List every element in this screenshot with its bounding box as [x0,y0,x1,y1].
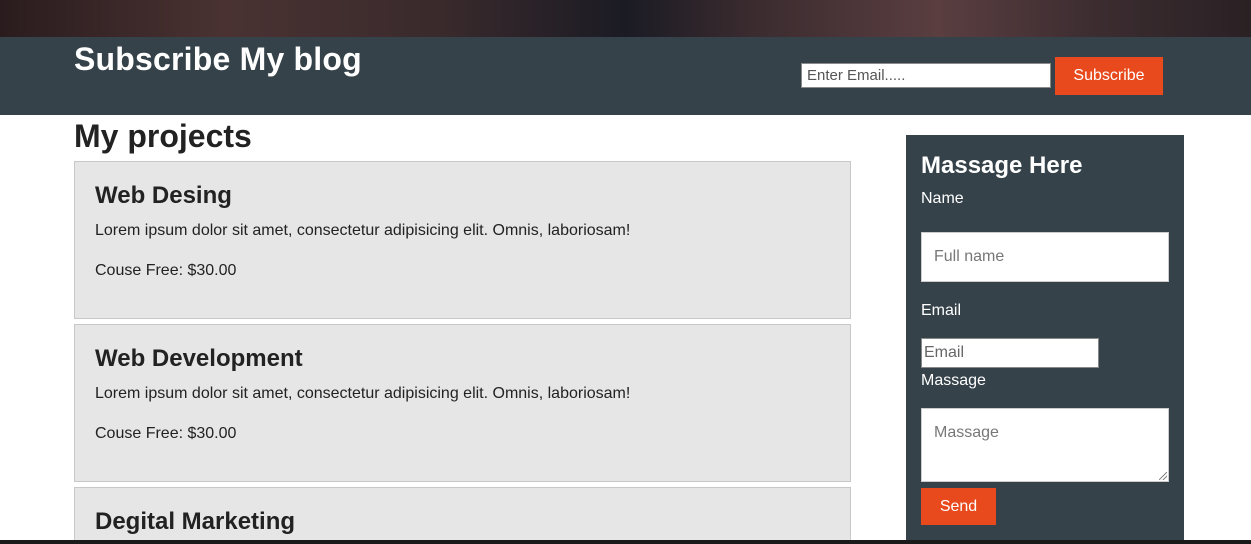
project-card: Web Development Lorem ipsum dolor sit am… [74,324,851,482]
project-title: Web Desing [95,182,232,209]
message-form-title: Massage Here [921,152,1083,179]
name-input[interactable] [921,232,1169,282]
subscribe-button[interactable]: Subscribe [1055,57,1163,95]
email-input[interactable] [921,338,1099,368]
project-title: Web Development [95,345,303,372]
project-price: Couse Free: $30.00 [95,262,237,279]
project-description: Lorem ipsum dolor sit amet, consectetur … [95,222,631,239]
subscribe-bar: Subscribe My blog Subscribe [0,37,1251,115]
subscribe-title: Subscribe My blog [74,41,362,77]
project-card: Degital Marketing [74,487,851,544]
message-label: Massage [921,372,986,389]
project-description: Lorem ipsum dolor sit amet, consectetur … [95,385,631,402]
project-card: Web Desing Lorem ipsum dolor sit amet, c… [74,161,851,319]
project-price: Couse Free: $30.00 [95,425,237,442]
email-label: Email [921,302,962,319]
hero-background-strip [0,0,1251,37]
message-form-sidebar: Massage Here Name Email Massage Send [906,135,1184,544]
resize-handle-icon[interactable] [1159,472,1167,480]
project-title: Degital Marketing [95,508,296,535]
name-label: Name [921,190,964,207]
message-textarea[interactable] [921,408,1169,482]
send-button[interactable]: Send [921,488,996,525]
bottom-divider [0,540,1251,544]
message-field-wrapper [921,408,1169,482]
projects-heading: My projects [74,118,252,154]
subscribe-email-input[interactable] [801,63,1051,88]
